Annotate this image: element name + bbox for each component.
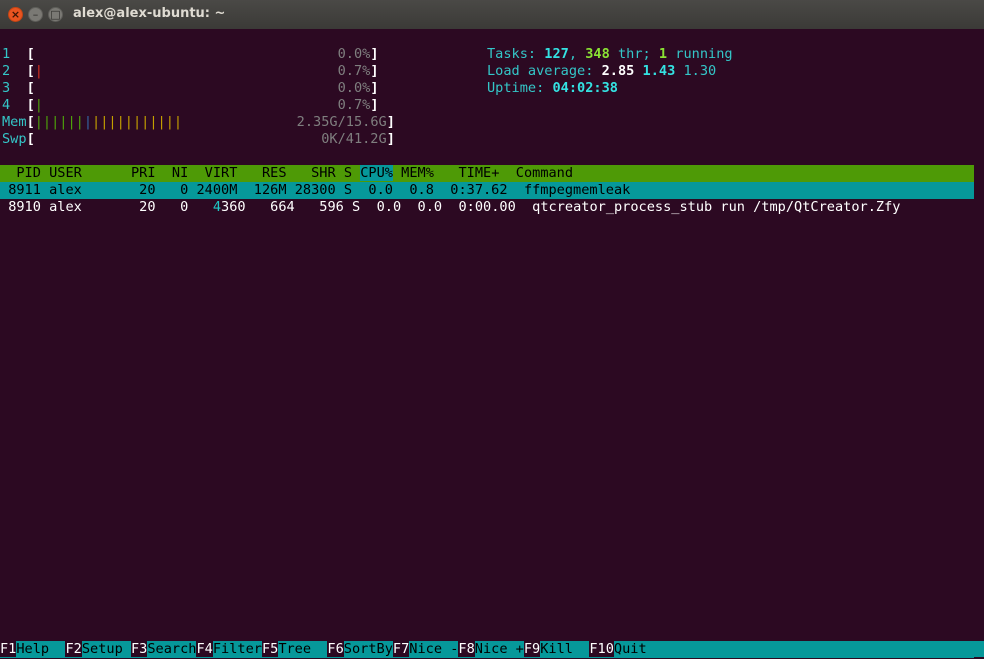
cpu-meter-3: 3 [ 0.0%] <box>2 80 379 96</box>
header-s[interactable]: S <box>344 165 352 181</box>
minimize-icon[interactable]: – <box>28 7 43 22</box>
header-time[interactable]: TIME+ <box>458 165 499 181</box>
f1-help-button[interactable]: F1Help <box>0 641 66 657</box>
cpu-meter-2: 2 [| 0.7%] <box>2 63 379 79</box>
terminal-window: × – □ alex@alex-ubuntu: ~ 1 [ 0.0%] 2 [|… <box>0 0 984 659</box>
f7-nice-minus-button[interactable]: F7Nice - <box>392 641 459 657</box>
header-res[interactable]: RES <box>262 165 287 181</box>
header-command[interactable]: Command <box>516 165 573 181</box>
f4-filter-button[interactable]: F4Filter <box>196 641 262 657</box>
process-table-header: PID USER PRI NI VIRT RES SHR S CPU% MEM%… <box>0 165 974 182</box>
header-pid[interactable]: PID <box>0 165 41 181</box>
load-average-stat: Load average: 2.85 1.43 1.30 <box>487 63 717 79</box>
header-shr[interactable]: SHR <box>311 165 336 181</box>
uptime-stat: Uptime: 04:02:38 <box>487 80 618 96</box>
f8-nice-plus-button[interactable]: F8Nice + <box>458 641 524 657</box>
header-virt[interactable]: VIRT <box>205 165 238 181</box>
table-row[interactable]: 8911 alex 20 0 2400M 126M 28300 S 0.0 0.… <box>0 182 974 199</box>
f5-tree-button[interactable]: F5Tree <box>261 641 328 657</box>
function-key-bar: F1Help F2Setup F3SearchF4FilterF5Tree F6… <box>0 641 984 658</box>
table-row[interactable]: 8910 alex 20 0 4360 664 596 S 0.0 0.0 0:… <box>0 199 984 216</box>
terminal-content[interactable]: 1 [ 0.0%] 2 [| 0.7%] 3 [ 0.0%] 4 [| 0.7%… <box>0 29 984 659</box>
window-title: alex@alex-ubuntu: ~ <box>73 6 226 21</box>
swap-meter: Swp[ 0K/41.2G] <box>2 131 395 147</box>
tasks-stat: Tasks: 127, 348 thr; 1 running <box>487 46 733 62</box>
f2-setup-button[interactable]: F2Setup <box>65 641 131 657</box>
title-bar[interactable]: × – □ alex@alex-ubuntu: ~ <box>0 0 984 29</box>
header-pri[interactable]: PRI <box>131 165 156 181</box>
header-mem[interactable]: MEM% <box>401 165 434 181</box>
f3-search-button[interactable]: F3Search <box>130 641 197 657</box>
header-cpu[interactable]: CPU% <box>360 165 393 181</box>
close-icon[interactable]: × <box>8 7 23 22</box>
f10-quit-button[interactable]: F10Quit <box>589 641 984 657</box>
header-ni[interactable]: NI <box>172 165 188 181</box>
maximize-icon[interactable]: □ <box>48 7 63 22</box>
header-user[interactable]: USER <box>49 165 82 181</box>
f9-kill-button[interactable]: F9Kill <box>523 641 590 657</box>
cpu-meter-1: 1 [ 0.0%] <box>2 46 379 62</box>
cpu-meter-4: 4 [| 0.7%] <box>2 97 379 113</box>
mem-meter: Mem[|||||||||||||||||| 2.35G/15.6G] <box>2 114 395 130</box>
f6-sortby-button[interactable]: F6SortBy <box>327 641 393 657</box>
